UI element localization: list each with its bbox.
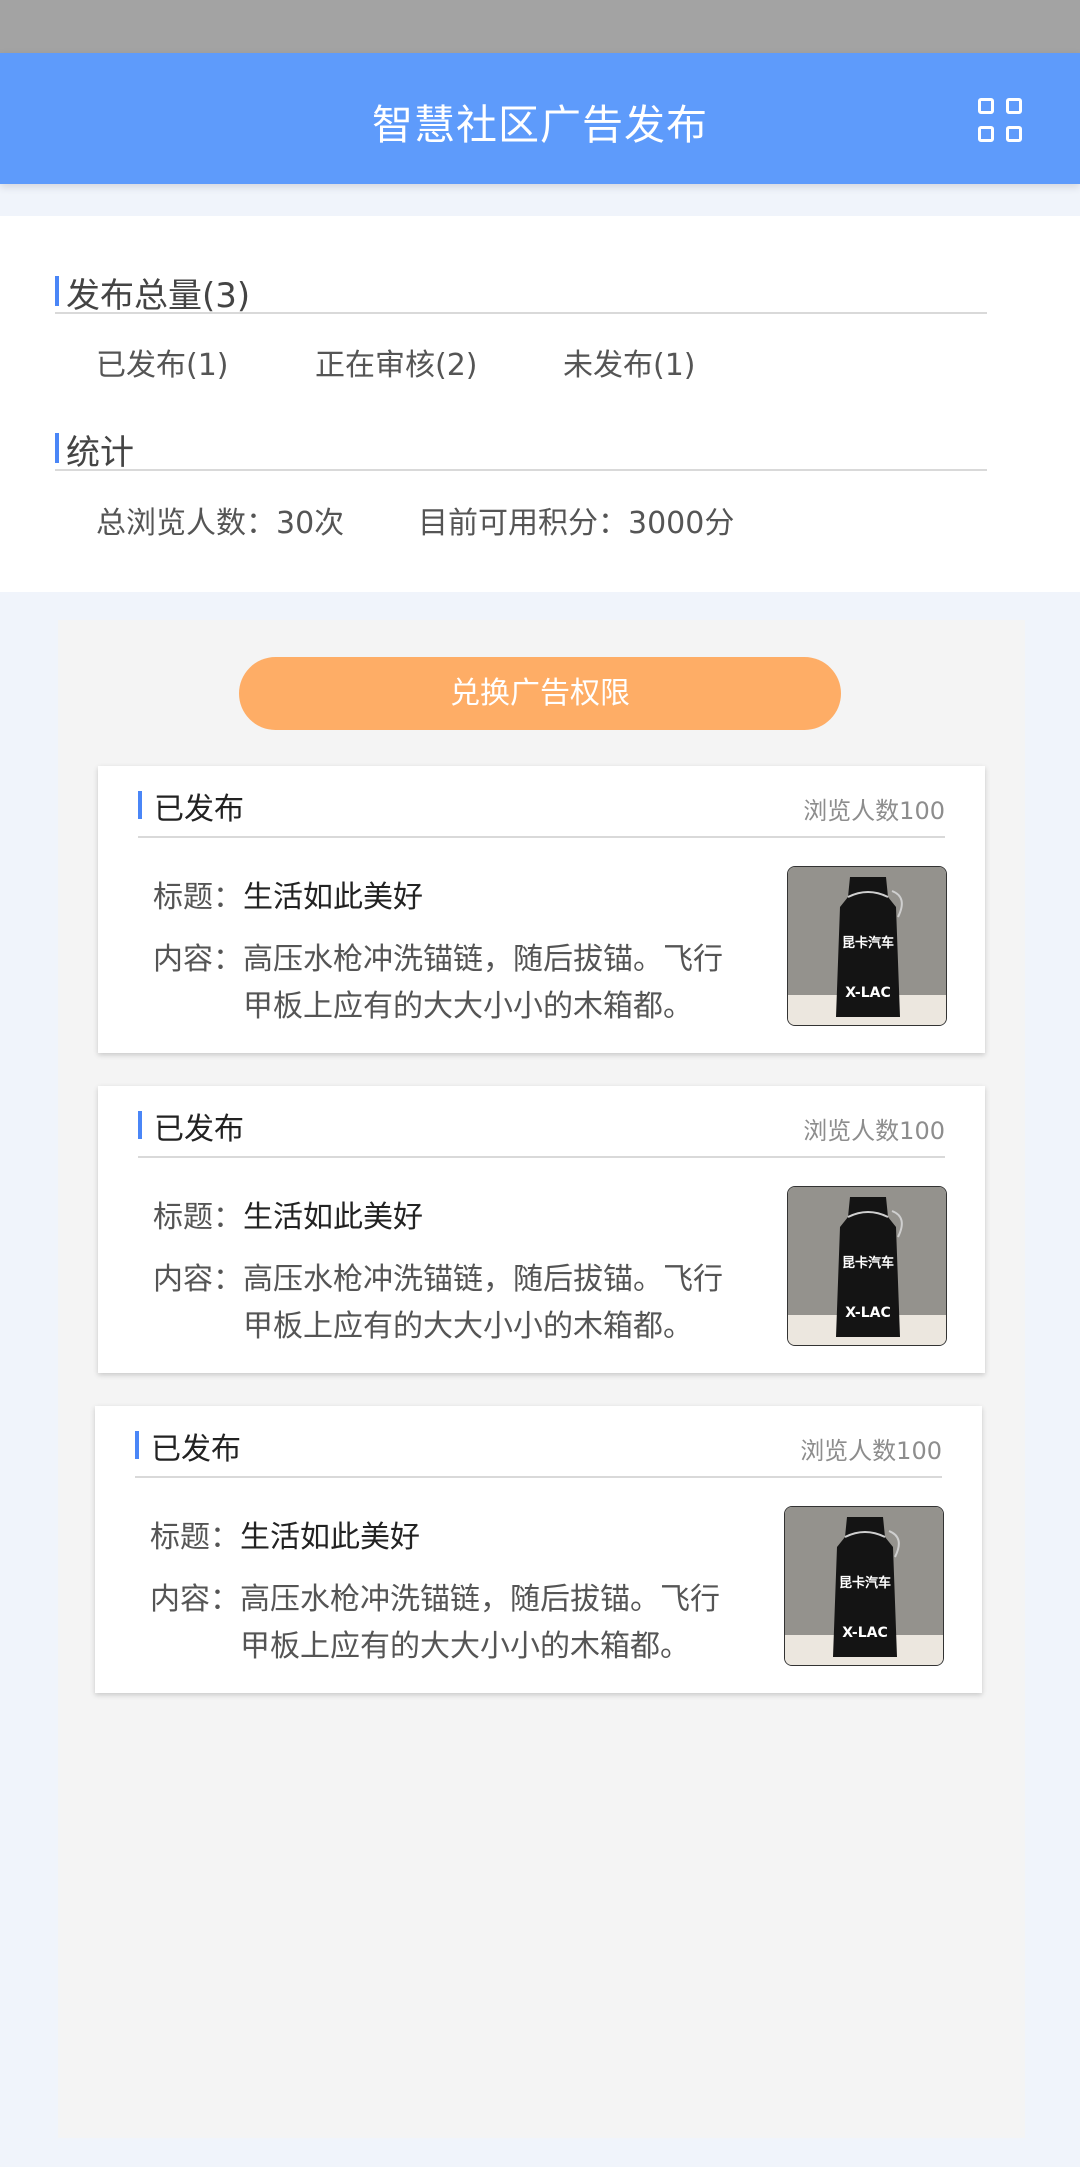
thumb-logo: X-LAC (842, 1625, 888, 1641)
card-view-count: 浏览人数100 (803, 1117, 945, 1145)
thumb-text: 昆卡汽车 (842, 1255, 894, 1271)
thumb-text: 昆卡汽车 (839, 1575, 891, 1591)
card-title-label: 标题： (153, 1200, 243, 1235)
status-bar (0, 0, 1080, 53)
card-title-label: 标题： (150, 1520, 240, 1555)
card-header: 已发布 浏览人数100 (138, 1086, 945, 1158)
total-views-stat: 总浏览人数：30次 (96, 506, 345, 541)
ad-thumbnail-image[interactable]: 昆卡汽车 X-LAC (787, 866, 947, 1026)
stats-title: 统计 (66, 433, 134, 473)
thumb-text: 昆卡汽车 (842, 935, 894, 951)
card-status: 已发布 (154, 792, 244, 827)
card-content-row: 内容： 高压水枪冲洗锚链，随后拔锚。飞行甲板上应有的大大小小的木箱都。 (153, 1256, 743, 1350)
card-title: 生活如此美好 (243, 880, 423, 915)
card-view-count: 浏览人数100 (803, 797, 945, 825)
ad-card[interactable]: 已发布 浏览人数100 标题：生活如此美好 内容： 高压水枪冲洗锚链，随后拔锚。… (98, 766, 985, 1053)
page-title: 智慧社区广告发布 (372, 101, 708, 149)
section-accent-bar (55, 276, 59, 306)
card-title-row: 标题：生活如此美好 (153, 872, 423, 916)
card-content: 高压水枪冲洗锚链，随后拔锚。飞行甲板上应有的大大小小的木箱都。 (243, 942, 723, 1024)
card-accent-bar (135, 1431, 139, 1459)
card-header: 已发布 浏览人数100 (138, 766, 945, 838)
card-title-row: 标题：生活如此美好 (150, 1512, 420, 1556)
unpublished-count[interactable]: 未发布(1) (563, 340, 696, 384)
card-title: 生活如此美好 (240, 1520, 420, 1555)
card-accent-bar (138, 791, 142, 819)
total-section-header: 发布总量(3) (55, 264, 987, 316)
card-title-label: 标题： (153, 880, 243, 915)
points-stat: 目前可用积分：3000分 (418, 506, 735, 541)
card-content: 高压水枪冲洗锚链，随后拔锚。飞行甲板上应有的大大小小的木箱都。 (243, 1262, 723, 1344)
published-count[interactable]: 已发布(1) (96, 340, 229, 384)
total-title: 发布总量(3) (66, 276, 251, 316)
thumb-logo: X-LAC (845, 985, 891, 1001)
card-content-row: 内容： 高压水枪冲洗锚链，随后拔锚。飞行甲板上应有的大大小小的木箱都。 (153, 936, 743, 1030)
card-content-label: 内容： (153, 942, 243, 977)
card-status: 已发布 (154, 1112, 244, 1147)
card-content-label: 内容： (153, 1262, 243, 1297)
thumb-logo: X-LAC (845, 1305, 891, 1321)
ad-card[interactable]: 已发布 浏览人数100 标题：生活如此美好 内容： 高压水枪冲洗锚链，随后拔锚。… (95, 1406, 982, 1693)
stats-section-header: 统计 (55, 421, 987, 473)
ad-list-area: 兑换广告权限 已发布 浏览人数100 标题：生活如此美好 内容： 高压水枪冲洗锚… (58, 620, 1025, 2138)
card-content-label: 内容： (150, 1582, 240, 1617)
card-status: 已发布 (151, 1432, 241, 1467)
card-title: 生活如此美好 (243, 1200, 423, 1235)
ad-thumbnail-image[interactable]: 昆卡汽车 X-LAC (784, 1506, 944, 1666)
ad-card[interactable]: 已发布 浏览人数100 标题：生活如此美好 内容： 高压水枪冲洗锚链，随后拔锚。… (98, 1086, 985, 1373)
card-content-row: 内容： 高压水枪冲洗锚链，随后拔锚。飞行甲板上应有的大大小小的木箱都。 (150, 1576, 740, 1670)
card-accent-bar (138, 1111, 142, 1139)
grid-menu-icon[interactable] (978, 98, 1024, 144)
reviewing-count[interactable]: 正在审核(2) (315, 340, 478, 384)
card-content: 高压水枪冲洗锚链，随后拔锚。飞行甲板上应有的大大小小的木箱都。 (240, 1582, 720, 1664)
exchange-ad-permission-button[interactable]: 兑换广告权限 (239, 657, 841, 730)
card-view-count: 浏览人数100 (800, 1437, 942, 1465)
summary-panel: 发布总量(3) 已发布(1) 正在审核(2) 未发布(1) 统计 总浏览人数：3… (0, 216, 1080, 592)
app-header: 智慧社区广告发布 (0, 53, 1080, 184)
section-accent-bar (55, 433, 59, 463)
card-title-row: 标题：生活如此美好 (153, 1192, 423, 1236)
ad-thumbnail-image[interactable]: 昆卡汽车 X-LAC (787, 1186, 947, 1346)
card-header: 已发布 浏览人数100 (135, 1406, 942, 1478)
